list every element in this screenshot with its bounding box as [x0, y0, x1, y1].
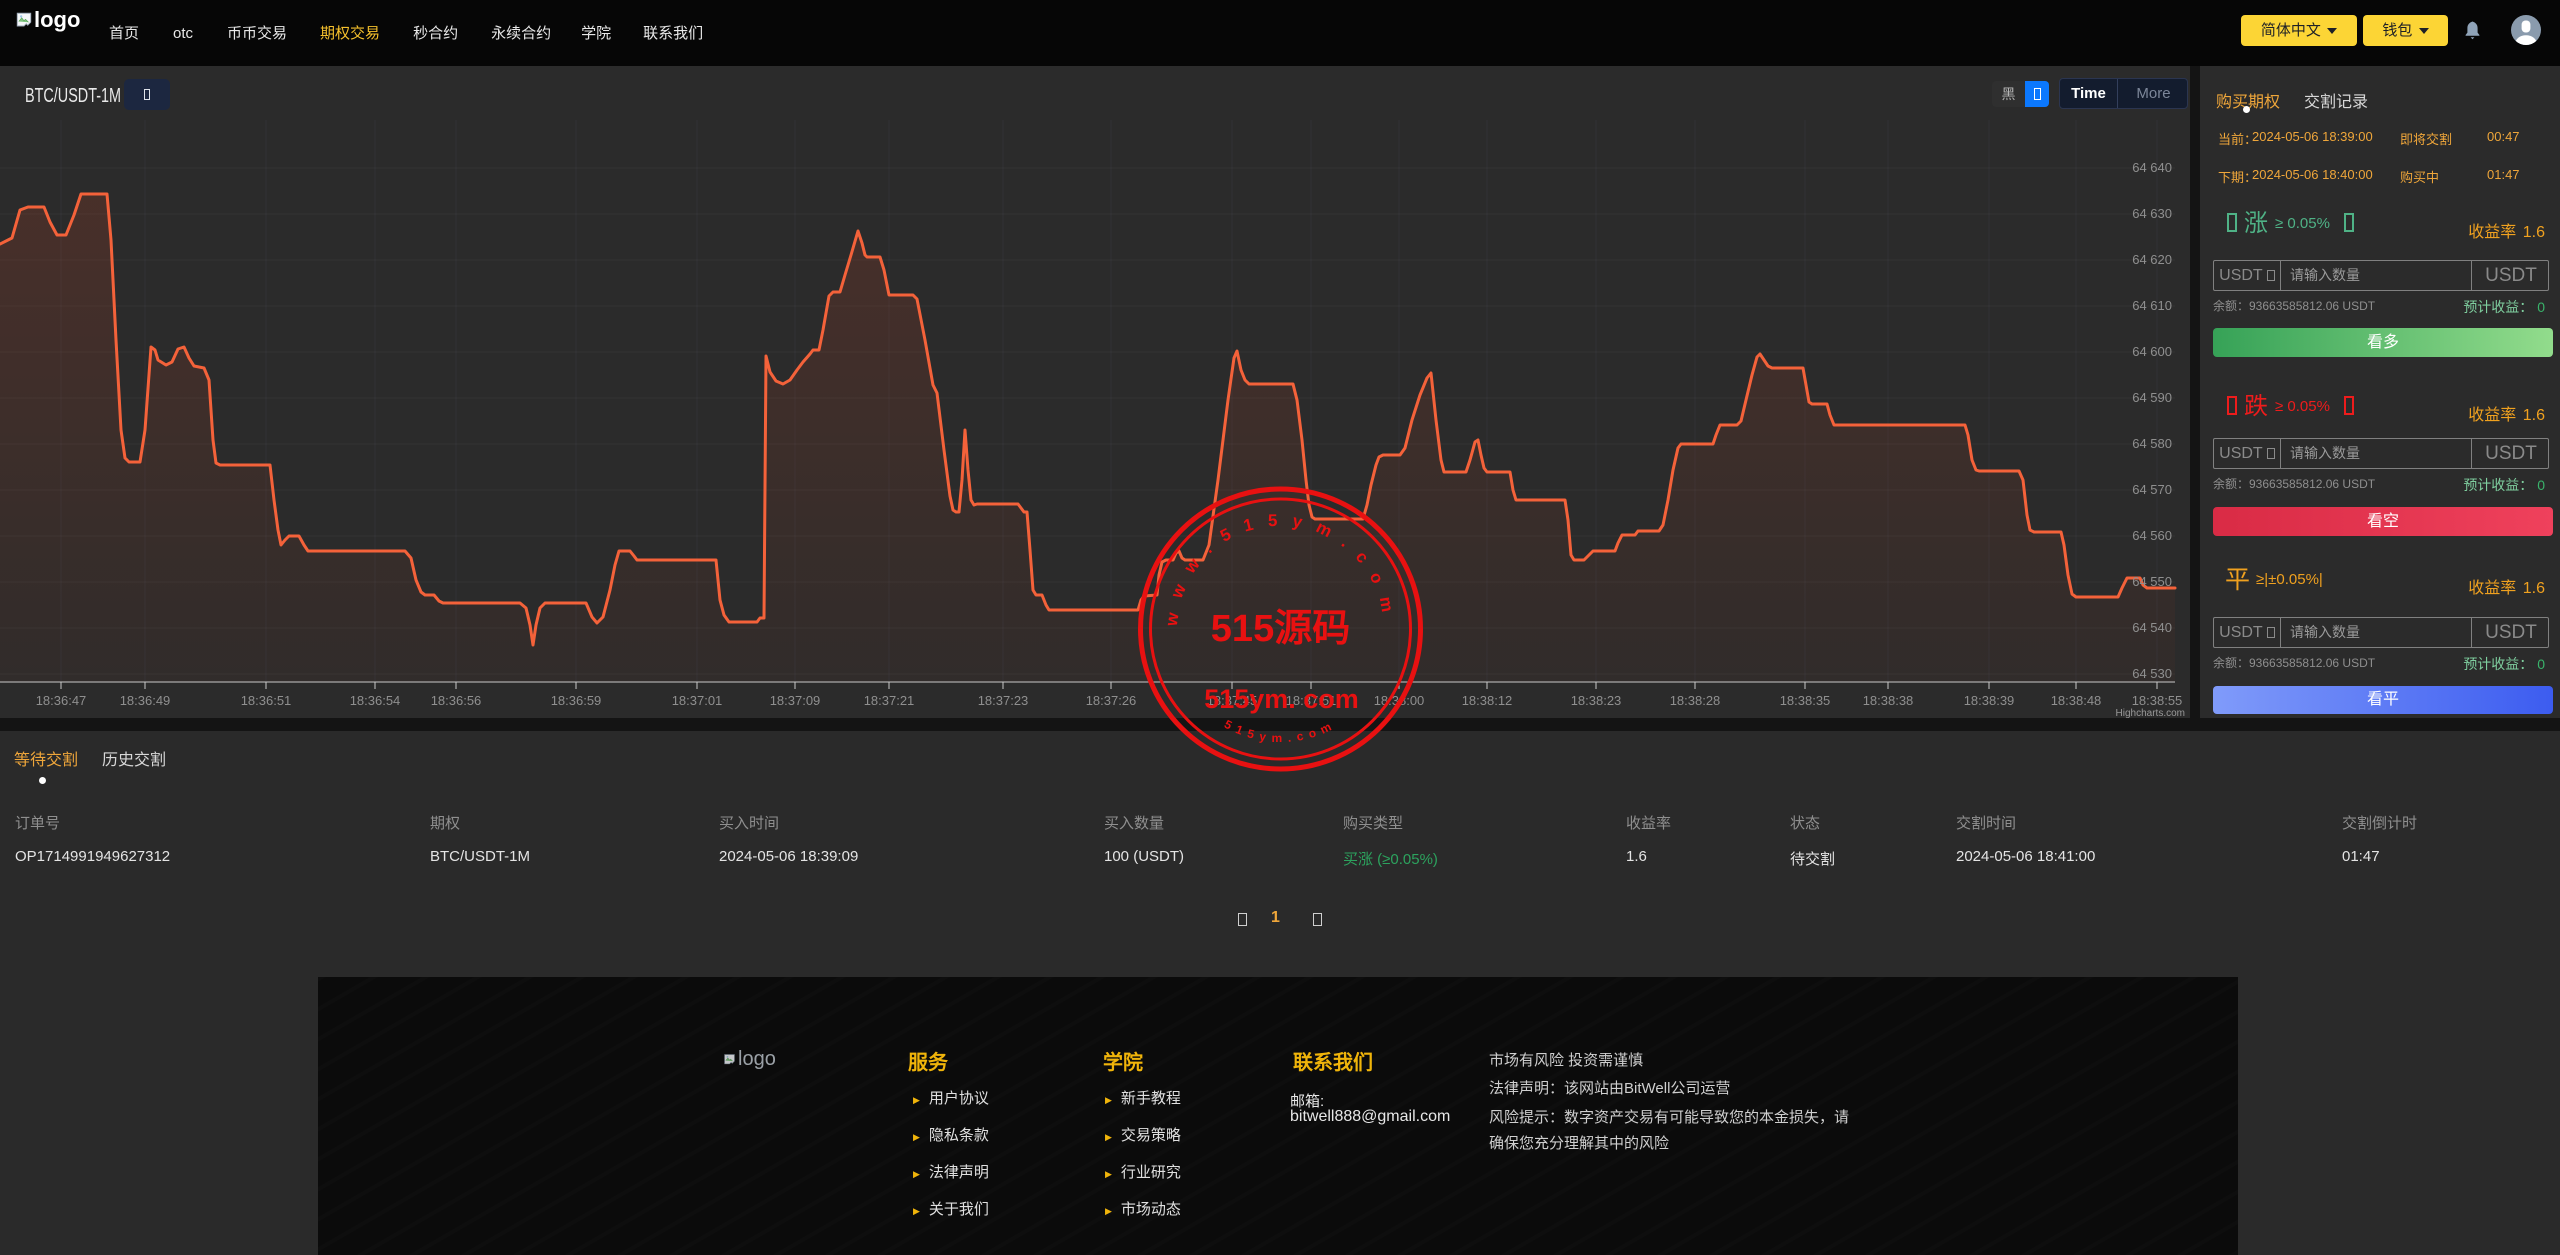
svg-text:515ym. com: 515ym. com	[1204, 684, 1359, 714]
svg-text:64 590: 64 590	[2132, 390, 2172, 405]
svg-text:18:38:23: 18:38:23	[1571, 693, 1622, 708]
svg-text:18:38:48: 18:38:48	[2051, 693, 2102, 708]
svg-text:64 620: 64 620	[2132, 252, 2172, 267]
svg-text:64 640: 64 640	[2132, 160, 2172, 175]
svg-text:18:36:56: 18:36:56	[431, 693, 482, 708]
svg-text:64 550: 64 550	[2132, 574, 2172, 589]
svg-text:64 570: 64 570	[2132, 482, 2172, 497]
svg-text:64 630: 64 630	[2132, 206, 2172, 221]
svg-text:18:37:01: 18:37:01	[672, 693, 723, 708]
svg-text:18:38:55: 18:38:55	[2132, 693, 2183, 708]
svg-text:18:38:35: 18:38:35	[1780, 693, 1831, 708]
svg-text:64 600: 64 600	[2132, 344, 2172, 359]
svg-text:18:38:12: 18:38:12	[1462, 693, 1513, 708]
svg-text:18:36:59: 18:36:59	[551, 693, 602, 708]
svg-text:18:36:51: 18:36:51	[241, 693, 292, 708]
svg-text:64 610: 64 610	[2132, 298, 2172, 313]
svg-text:64 580: 64 580	[2132, 436, 2172, 451]
svg-text:18:38:28: 18:38:28	[1670, 693, 1721, 708]
svg-text:515源码: 515源码	[1211, 608, 1350, 650]
svg-text:515ym.com: 515ym.com	[1222, 717, 1339, 745]
svg-text:18:37:21: 18:37:21	[864, 693, 915, 708]
svg-text:64 540: 64 540	[2132, 620, 2172, 635]
svg-text:64 530: 64 530	[2132, 666, 2172, 681]
svg-text:18:38:39: 18:38:39	[1964, 693, 2015, 708]
svg-text:18:38:38: 18:38:38	[1863, 693, 1914, 708]
svg-text:Highcharts.com: Highcharts.com	[2116, 708, 2185, 718]
svg-text:64 560: 64 560	[2132, 528, 2172, 543]
svg-text:18:36:54: 18:36:54	[350, 693, 401, 708]
svg-text:18:37:09: 18:37:09	[770, 693, 821, 708]
svg-text:18:36:49: 18:36:49	[120, 693, 171, 708]
svg-text:18:37:23: 18:37:23	[978, 693, 1029, 708]
svg-text:18:36:47: 18:36:47	[36, 693, 87, 708]
